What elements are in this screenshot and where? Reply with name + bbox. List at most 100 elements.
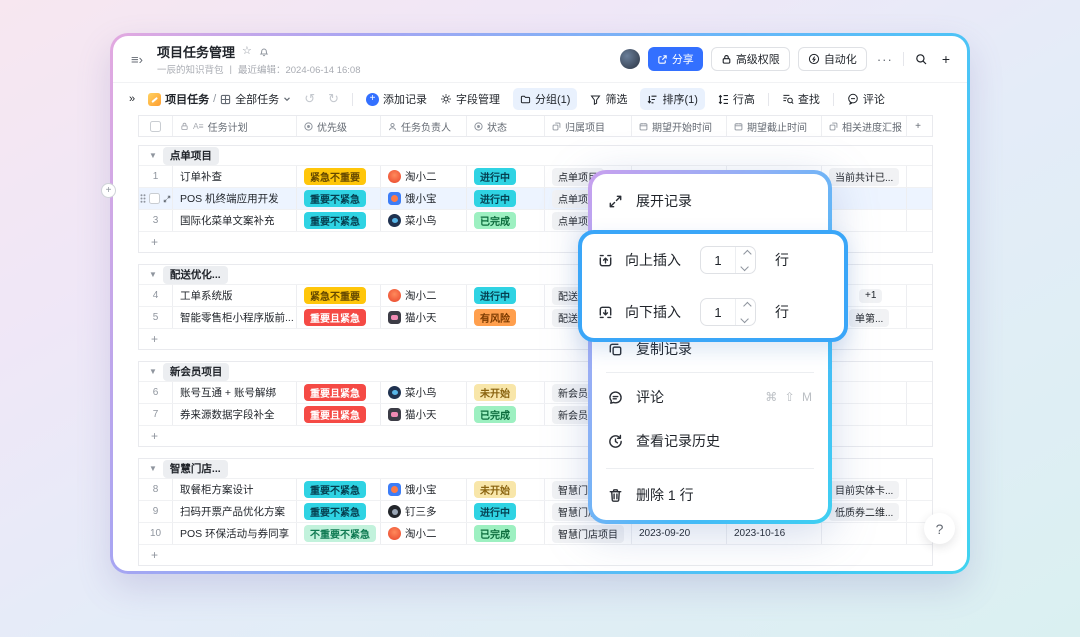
stepper-up-button[interactable] xyxy=(736,299,755,312)
comment-icon xyxy=(847,93,859,105)
status-badge: 进行中 xyxy=(474,287,516,304)
avatar xyxy=(388,408,401,421)
redo-icon[interactable]: ↻ xyxy=(328,91,339,107)
comment-button[interactable]: 评论 xyxy=(847,91,885,107)
add-record-button[interactable]: + 添加记录 xyxy=(366,91,427,107)
drag-handle-icon[interactable] xyxy=(140,194,146,203)
bell-icon[interactable] xyxy=(259,47,269,57)
expand-sidebar-button[interactable]: » xyxy=(129,93,135,105)
stepper-up-button[interactable] xyxy=(736,247,755,260)
group-collapse-icon[interactable]: ▼ xyxy=(149,151,157,160)
select-all-checkbox[interactable] xyxy=(150,121,161,132)
priority-badge: 重要不紧急 xyxy=(304,481,366,498)
column-header-task[interactable]: A≡ 任务计划 xyxy=(173,116,297,136)
priority-badge: 重要不紧急 xyxy=(304,503,366,520)
column-header-start-date[interactable]: 期望开始时间 xyxy=(632,116,727,136)
lock-icon xyxy=(721,54,732,65)
column-header-priority[interactable]: 优先级 xyxy=(297,116,381,136)
menu-item-comment[interactable]: 评论 ⌘ ⇧ M xyxy=(606,380,814,414)
menu-item-insert-above[interactable]: 向上插入 1 行 xyxy=(596,246,830,274)
priority-badge: 紧急不重要 xyxy=(304,168,366,185)
sort-icon xyxy=(647,94,658,105)
status-badge: 已完成 xyxy=(474,525,516,542)
column-header-report[interactable]: 相关进度汇报 xyxy=(822,116,907,136)
single-select-icon xyxy=(474,122,483,131)
advanced-permission-button[interactable]: 高级权限 xyxy=(711,47,790,71)
filter-button[interactable]: 筛选 xyxy=(590,91,627,107)
menu-item-delete-row[interactable]: 删除 1 行 xyxy=(606,478,814,512)
expand-row-icon[interactable] xyxy=(163,195,171,203)
avatar xyxy=(388,311,401,324)
menu-item-insert-below[interactable]: 向下插入 1 行 xyxy=(596,298,830,326)
menu-divider xyxy=(606,372,814,373)
avatar xyxy=(388,483,401,496)
more-menu-button[interactable]: ··· xyxy=(875,52,895,67)
menu-item-view-history[interactable]: 查看记录历史 xyxy=(606,424,814,458)
sort-button[interactable]: 排序(1) xyxy=(640,88,704,110)
insert-count-value[interactable]: 1 xyxy=(701,299,735,325)
add-row-button[interactable]: + xyxy=(139,545,932,565)
insert-count-stepper[interactable]: 1 xyxy=(700,298,756,326)
group-name[interactable]: 配送优化... xyxy=(163,266,228,284)
field-manage-button[interactable]: 字段管理 xyxy=(440,91,500,107)
avatar xyxy=(388,214,401,227)
group-collapse-icon[interactable]: ▼ xyxy=(149,270,157,279)
stepper-down-button[interactable] xyxy=(736,260,755,273)
group-name[interactable]: 智慧门店... xyxy=(163,460,228,478)
column-header-project[interactable]: 归属项目 xyxy=(545,116,632,136)
search-icon[interactable] xyxy=(912,53,931,66)
help-button[interactable]: ? xyxy=(924,513,955,544)
insert-row-handle[interactable]: + xyxy=(101,183,116,198)
row-number: 6 xyxy=(153,387,159,398)
find-button[interactable]: 查找 xyxy=(782,91,820,107)
avatar xyxy=(388,192,401,205)
group-name[interactable]: 新会员项目 xyxy=(163,363,230,381)
last-edited: 最近编辑：2024-06-14 16:08 xyxy=(238,62,361,76)
sidebar-toggle-icon[interactable]: ≡› xyxy=(127,52,147,67)
report-tag: 低质券二维... xyxy=(829,503,899,521)
menu-item-expand-record[interactable]: 展开记录 xyxy=(606,184,814,218)
status-badge: 已完成 xyxy=(474,406,516,423)
status-badge: 未开始 xyxy=(474,384,516,401)
insert-count-value[interactable]: 1 xyxy=(701,247,735,273)
page-title: 项目任务管理 xyxy=(157,42,235,61)
grid-view-icon xyxy=(220,94,231,105)
group-name[interactable]: 点单项目 xyxy=(163,147,219,165)
insert-below-icon xyxy=(596,303,614,321)
plus-circle-icon: + xyxy=(366,93,379,106)
status-badge: 有风险 xyxy=(474,309,516,326)
toolbar-divider xyxy=(352,93,353,106)
column-header-status[interactable]: 状态 xyxy=(467,116,545,136)
find-icon xyxy=(782,93,794,105)
column-header-assignee[interactable]: 任务负责人 xyxy=(381,116,467,136)
header-divider xyxy=(903,52,904,66)
row-checkbox[interactable] xyxy=(149,193,160,204)
row-number: 4 xyxy=(153,290,159,301)
row-height-icon xyxy=(718,94,729,105)
project-tag: 智慧门店项目 xyxy=(552,525,624,543)
star-icon[interactable]: ☆ xyxy=(242,46,252,57)
workspace-name[interactable]: 一辰的知识背包 xyxy=(157,62,224,76)
group-button[interactable]: 分组(1) xyxy=(513,88,577,110)
add-column-button[interactable]: + xyxy=(907,116,929,136)
avatar xyxy=(388,527,401,540)
text-field-icon: A≡ xyxy=(193,121,204,131)
status-badge: 已完成 xyxy=(474,212,516,229)
insert-count-stepper[interactable]: 1 xyxy=(700,246,756,274)
breadcrumb[interactable]: 项目任务 / 全部任务 xyxy=(148,91,291,107)
automation-button[interactable]: 自动化 xyxy=(798,47,867,71)
priority-badge: 重要不紧急 xyxy=(304,212,366,229)
group-collapse-icon[interactable]: ▼ xyxy=(149,464,157,473)
copy-icon xyxy=(606,340,624,358)
column-header-end-date[interactable]: 期望截止时间 xyxy=(727,116,822,136)
add-tab-icon[interactable]: + xyxy=(939,52,953,66)
share-icon xyxy=(657,54,668,65)
share-button[interactable]: 分享 xyxy=(648,47,703,71)
user-avatar[interactable] xyxy=(620,49,640,69)
table-row[interactable]: 10 POS 环保活动与券同享 不重要不紧急 淘小二 已完成 智慧门店项目 20… xyxy=(139,523,932,545)
calendar-icon xyxy=(639,122,648,131)
undo-icon[interactable]: ↺ xyxy=(304,91,315,107)
stepper-down-button[interactable] xyxy=(736,312,755,325)
row-height-button[interactable]: 行高 xyxy=(718,91,755,107)
group-collapse-icon[interactable]: ▼ xyxy=(149,367,157,376)
